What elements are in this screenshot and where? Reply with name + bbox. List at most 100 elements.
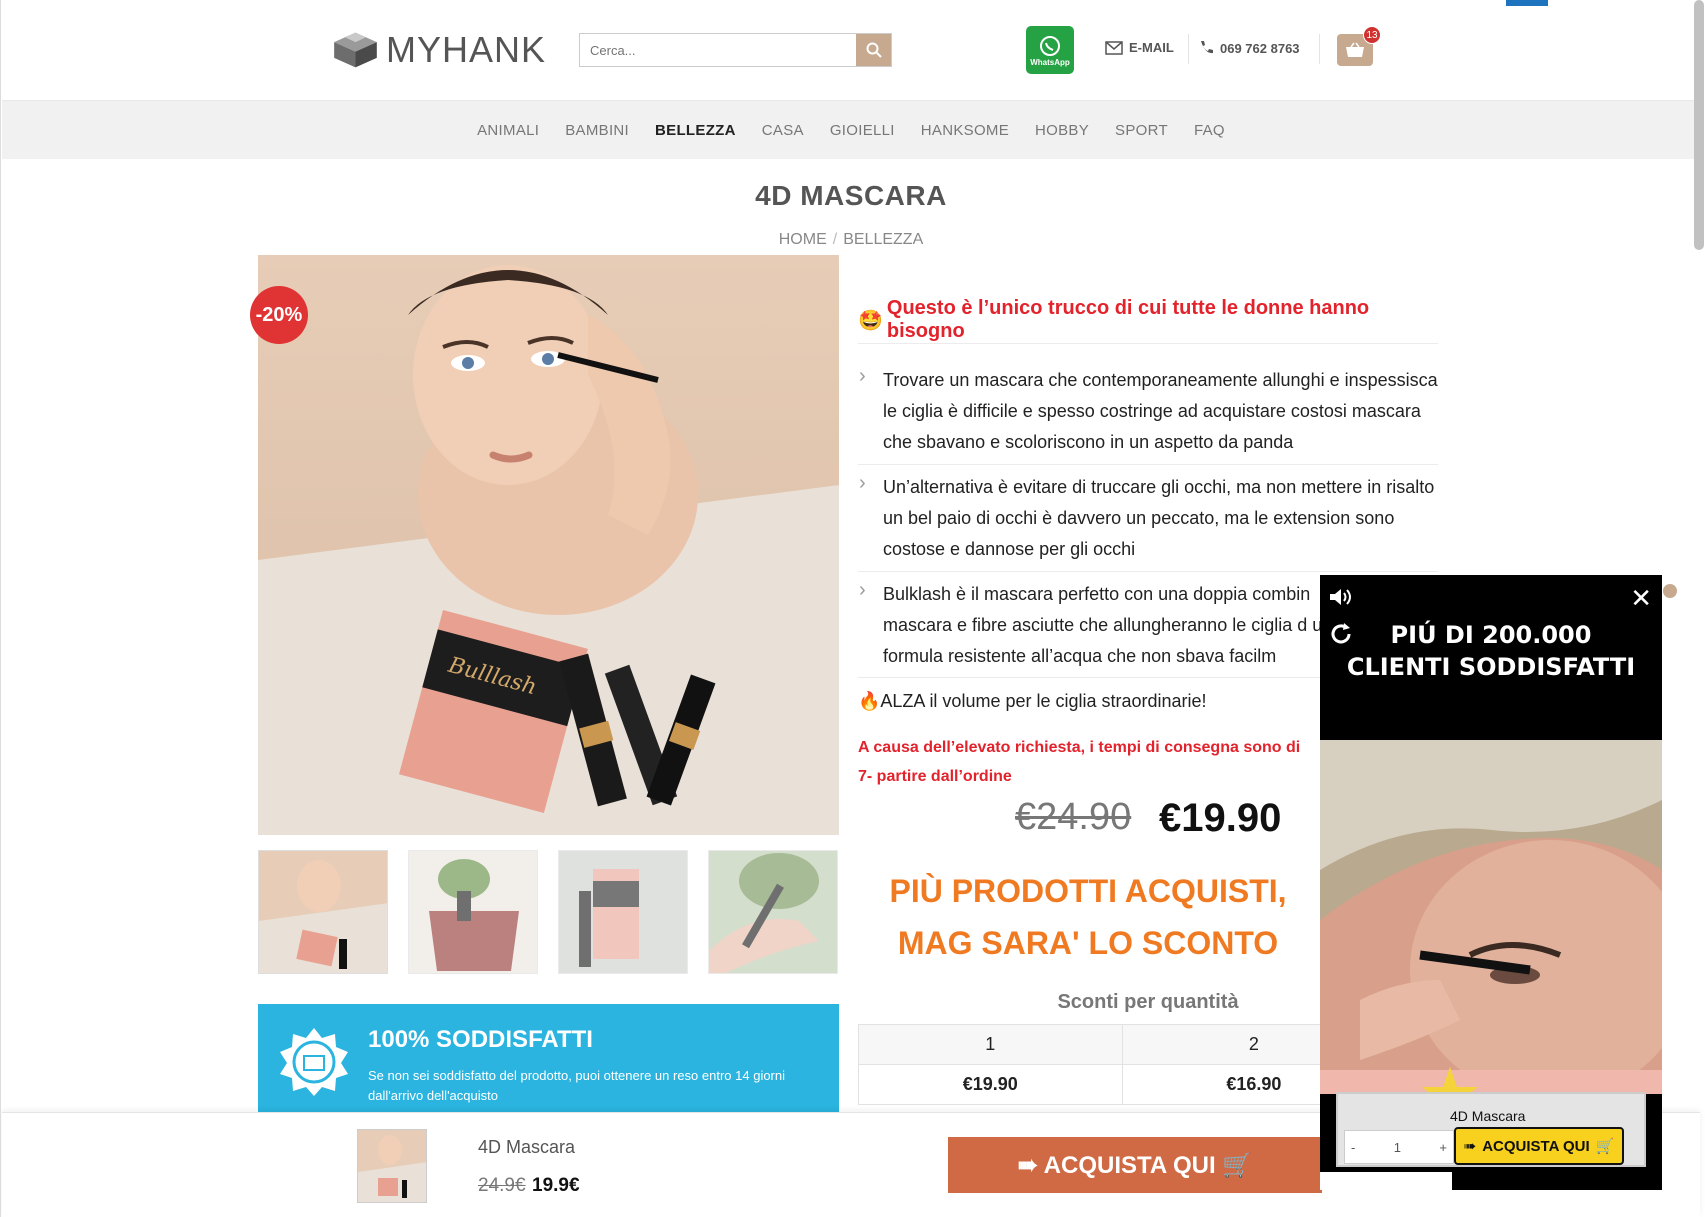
whatsapp-icon <box>1040 35 1060 56</box>
volume-tagline: 🔥ALZA il volume per le ciglia straordina… <box>858 691 1207 711</box>
price-current: €19.90 <box>1159 796 1282 840</box>
divider <box>858 464 1438 465</box>
phone-number: 069 762 8763 <box>1220 40 1300 56</box>
close-popup-button[interactable]: ✕ <box>1630 583 1652 614</box>
testimonial-video[interactable] <box>1320 740 1662 1094</box>
search-button[interactable] <box>856 34 891 66</box>
product-main-image[interactable]: Bulllash <box>258 255 839 835</box>
popup-headline: PIÚ DI 200.000 CLIENTI SODDISFATTI <box>1320 619 1662 683</box>
nav-item-hobby[interactable]: HOBBY <box>1035 122 1089 139</box>
nav-item-hanksome[interactable]: HANKSOME <box>921 122 1009 139</box>
tier-price: €19.90 <box>858 1064 1123 1105</box>
breadcrumb: HOME / BELLEZZA <box>1 231 1701 249</box>
satisfaction-banner: 100% SODDISFATTI Se non sei soddisfatto … <box>258 1004 839 1114</box>
quantity-stepper[interactable]: - 1 + <box>1344 1130 1454 1164</box>
divider <box>1319 34 1320 64</box>
breadcrumb-home[interactable]: HOME <box>779 231 827 248</box>
tier-qty: 1 <box>858 1024 1123 1065</box>
whatsapp-button[interactable]: WhatsApp <box>1026 26 1074 74</box>
guarantee-title: 100% SODDISFATTI <box>368 1026 593 1053</box>
thumbnail-2[interactable] <box>408 850 538 974</box>
benefit-item-1: Trovare un mascara che contemporaneament… <box>858 361 1438 458</box>
search-input[interactable] <box>580 34 856 66</box>
price-original: €24.90 <box>1015 796 1132 838</box>
sticky-price-original: 24.9€ <box>478 1175 526 1196</box>
email-link[interactable]: E-MAIL <box>1105 40 1174 55</box>
thumbnail-strip <box>258 850 839 974</box>
search-icon <box>866 42 882 58</box>
thumbnail-image <box>409 851 537 973</box>
benefit-item-3-text: Bulklash è il mascara perfetto con una d… <box>883 584 1320 666</box>
nav-item-animali[interactable]: ANIMALI <box>477 122 539 139</box>
divider <box>858 571 1438 572</box>
cart-count-badge: 13 <box>1363 26 1381 44</box>
thumbnail-image <box>559 851 687 973</box>
whatsapp-label: WhatsApp <box>1030 57 1070 67</box>
increment-button[interactable]: + <box>1439 1140 1447 1155</box>
page-title: 4D MASCARA <box>755 180 947 211</box>
sale-badge: -20% <box>250 286 308 344</box>
page-scrollbar[interactable] <box>1694 0 1704 250</box>
nav-item-faq[interactable]: FAQ <box>1194 122 1225 139</box>
arrow-icon: ➠ <box>1463 1138 1477 1155</box>
cube-logo-icon <box>334 32 377 68</box>
nav-item-sport[interactable]: SPORT <box>1115 122 1168 139</box>
video-frame <box>1320 740 1662 1094</box>
buy-now-button[interactable]: ➠ ACQUISTA QUI 🛒 <box>948 1137 1322 1193</box>
breadcrumb-separator: / <box>832 231 838 248</box>
sticky-price-current: 19.9€ <box>532 1175 580 1196</box>
logo-text: MYHANK <box>385 29 546 70</box>
phone-icon <box>1201 41 1213 54</box>
star-struck-emoji-icon: 🤩 <box>858 309 883 332</box>
thumbnail-3[interactable] <box>558 850 688 974</box>
product-photo: Bulllash <box>258 255 839 835</box>
video-progress-bar[interactable] <box>1320 1172 1452 1190</box>
cart-button[interactable]: 13 <box>1337 26 1381 66</box>
nav-item-casa[interactable]: CASA <box>762 122 804 139</box>
thumbnail-image <box>358 1130 426 1202</box>
guarantee-text: Se non sei soddisfatto del prodotto, puo… <box>368 1068 786 1103</box>
page: MYHANK WhatsApp E-MAIL <box>0 0 1708 1217</box>
popup-product-name: 4D Mascara <box>1450 1108 1526 1124</box>
video-popup: ✕ PIÚ DI 200.000 CLIENTI SODDISFATTI 4D … <box>1320 575 1662 1190</box>
cart-icon: 🛒 <box>1595 1138 1615 1155</box>
delivery-notice: A causa dell’elevato richiesta, i tempi … <box>858 739 1301 785</box>
quantity-value[interactable]: 1 <box>1394 1140 1401 1155</box>
thumbnail-1[interactable] <box>258 850 388 974</box>
search-form <box>579 33 892 67</box>
nav-item-bambini[interactable]: BAMBINI <box>565 122 629 139</box>
breadcrumb-bellezza[interactable]: BELLEZZA <box>843 231 923 248</box>
popup-headline-line1: PIÚ DI 200.000 <box>1390 621 1592 649</box>
benefit-item-2: Un’alternativa è evitare di truccare gli… <box>858 468 1438 565</box>
envelope-icon <box>1105 40 1123 55</box>
promo-headline: PIÙ PRODOTTI ACQUISTI, MAG SARA' LO SCON… <box>889 873 1287 961</box>
sticky-product-thumbnail <box>357 1129 427 1203</box>
popup-buy-label: ACQUISTA QUI <box>1482 1137 1590 1155</box>
divider <box>858 343 1438 344</box>
sticky-product-name: 4D Mascara <box>478 1137 576 1157</box>
popup-drag-handle[interactable] <box>1663 584 1677 598</box>
basket-icon <box>1346 42 1364 57</box>
decrement-button[interactable]: - <box>1351 1140 1355 1155</box>
guarantee-seal-icon <box>280 1028 348 1096</box>
benefit-item-3: Bulklash è il mascara perfetto con una d… <box>858 579 1320 672</box>
divider <box>858 677 1320 678</box>
divider <box>1188 34 1189 64</box>
nav-item-bellezza[interactable]: BELLEZZA <box>655 122 736 139</box>
product-headline: 🤩 Questo è l’unico trucco di cui tutte l… <box>858 297 1438 343</box>
thumbnail-image <box>709 851 837 973</box>
thumbnail-image <box>259 851 387 973</box>
site-logo[interactable]: MYHANK <box>331 24 546 76</box>
site-header: MYHANK WhatsApp E-MAIL <box>1 0 1701 100</box>
speaker-icon[interactable] <box>1328 587 1354 607</box>
popup-buy-button[interactable]: ➠ ACQUISTA QUI 🛒 <box>1454 1127 1624 1165</box>
main-nav: ANIMALI BAMBINI BELLEZZA CASA GIOIELLI H… <box>2 100 1700 159</box>
phone-link[interactable]: 069 762 8763 <box>1198 40 1300 56</box>
thumbnail-4[interactable] <box>708 850 838 974</box>
popup-product-card: 4D Mascara - 1 + ➠ ACQUISTA QUI 🛒 <box>1336 1092 1646 1167</box>
top-accent-bar <box>1506 0 1548 6</box>
email-label: E-MAIL <box>1129 40 1174 55</box>
headline-text: Questo è l’unico trucco di cui tutte le … <box>886 297 1370 342</box>
nav-item-gioielli[interactable]: GIOIELLI <box>830 122 895 139</box>
popup-headline-line2: CLIENTI SODDISFATTI <box>1346 653 1636 681</box>
